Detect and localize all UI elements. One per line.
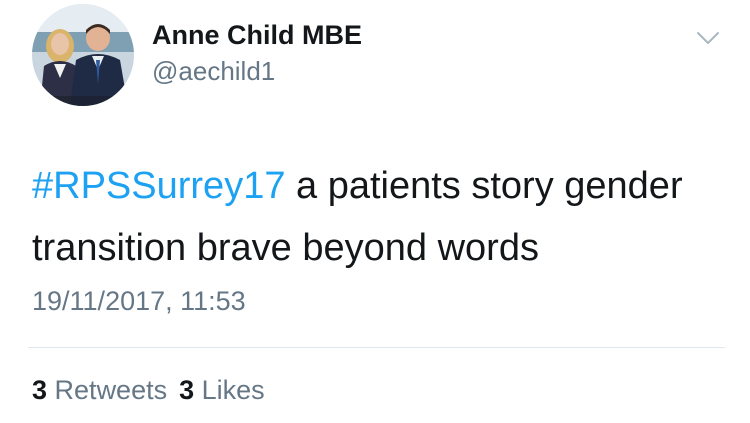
tweet-card: Anne Child MBE @aechild1 #RPSSurrey17 a …: [0, 0, 750, 423]
chevron-down-icon[interactable]: [694, 24, 722, 52]
retweets-count: 3: [32, 375, 48, 405]
retweets-label: Retweets: [54, 375, 168, 405]
avatar[interactable]: [32, 4, 134, 106]
hashtag-link[interactable]: #RPSSurrey17: [32, 165, 285, 207]
display-name[interactable]: Anne Child MBE: [152, 20, 362, 51]
tweet-timestamp[interactable]: 19/11/2017, 11:53: [32, 286, 246, 317]
tweet-text: #RPSSurrey17 a patients story gender tra…: [32, 155, 732, 279]
user-handle[interactable]: @aechild1: [152, 56, 275, 87]
likes-stat[interactable]: 3 Likes: [179, 375, 265, 406]
retweets-stat[interactable]: 3 Retweets: [32, 375, 167, 406]
likes-count: 3: [179, 375, 195, 405]
divider: [28, 347, 725, 348]
likes-label: Likes: [201, 375, 265, 405]
tweet-stats: 3 Retweets 3 Likes: [32, 375, 277, 406]
